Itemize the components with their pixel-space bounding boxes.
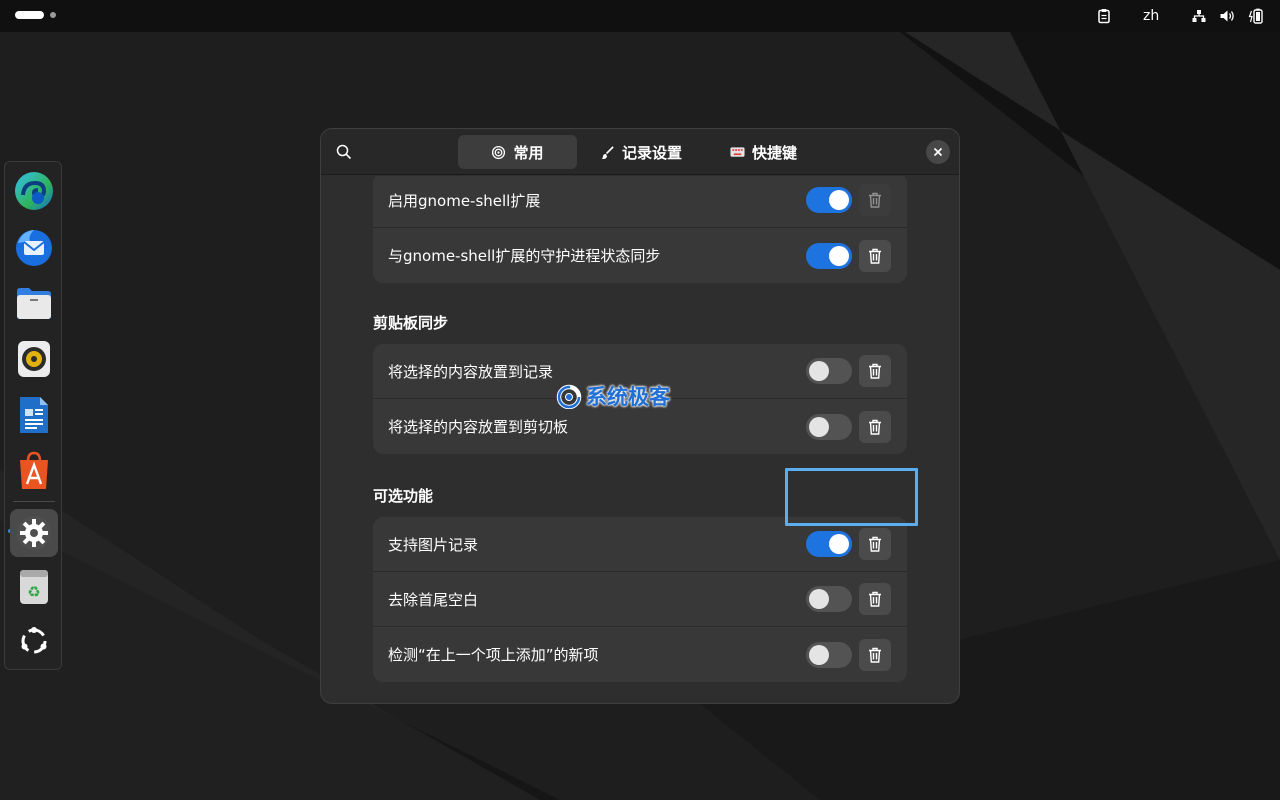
app-center-icon bbox=[20, 451, 48, 489]
watermark-text: 系统极客 bbox=[586, 385, 670, 409]
trash-icon bbox=[869, 591, 881, 607]
row-trim-whitespace: 去除首尾空白 bbox=[373, 572, 907, 627]
toggle-knob bbox=[809, 589, 829, 609]
trash-icon bbox=[869, 192, 881, 208]
toggle-switch[interactable] bbox=[806, 358, 852, 384]
row-label: 启用gnome-shell扩展 bbox=[388, 191, 541, 210]
toggle-knob bbox=[829, 245, 849, 266]
tab-shortcuts-label: 快捷键 bbox=[752, 143, 798, 162]
dock-separator bbox=[13, 501, 55, 502]
svg-text:♻: ♻ bbox=[27, 583, 40, 601]
row-label: 与gnome-shell扩展的守护进程状态同步 bbox=[388, 247, 661, 265]
reset-button[interactable] bbox=[859, 355, 891, 387]
dock-item-edge[interactable] bbox=[13, 170, 55, 212]
close-icon bbox=[933, 147, 943, 157]
row-label: 去除首尾空白 bbox=[388, 590, 479, 609]
clipboard-icon[interactable] bbox=[1096, 8, 1112, 24]
dock-item-trash[interactable]: ♻ bbox=[13, 566, 55, 608]
keyboard-icon bbox=[730, 147, 745, 157]
dock-item-writer[interactable] bbox=[13, 394, 55, 436]
reset-button[interactable] bbox=[859, 239, 891, 272]
writer-app-icon bbox=[20, 397, 48, 433]
trash-icon bbox=[869, 536, 881, 552]
toggle-knob bbox=[809, 644, 829, 665]
row-label: 将选择的内容放置到记录 bbox=[388, 362, 554, 381]
toggle-switch[interactable] bbox=[806, 242, 852, 269]
rhythmbox-app-icon bbox=[18, 341, 50, 377]
show-apps-icon bbox=[21, 627, 47, 654]
tab-general[interactable]: 常用 bbox=[458, 135, 577, 169]
reset-button[interactable] bbox=[859, 528, 891, 560]
toggle-knob bbox=[829, 190, 849, 210]
tab-record-settings[interactable]: 记录设置 bbox=[586, 135, 696, 169]
reset-button[interactable] bbox=[859, 410, 891, 443]
dock-item-show-apps[interactable] bbox=[13, 620, 55, 662]
watermark: 系统极客 bbox=[556, 381, 670, 411]
volume-icon[interactable] bbox=[1219, 8, 1236, 24]
dock-item-thunderbird[interactable] bbox=[13, 226, 55, 268]
reset-button[interactable] bbox=[859, 583, 891, 615]
edge-app-icon bbox=[15, 172, 53, 210]
target-icon bbox=[492, 145, 506, 159]
battery-icon[interactable] bbox=[1248, 8, 1264, 24]
group-optional-features: 支持图片记录 去除首尾空白 检测“在上一个项上添加”的新项 bbox=[373, 517, 907, 682]
trash-app-icon: ♻ bbox=[20, 570, 48, 604]
section-title-optional-features: 可选功能 bbox=[373, 487, 434, 505]
trash-icon bbox=[869, 363, 881, 379]
dock-item-app-center[interactable] bbox=[13, 450, 55, 492]
dock-item-settings[interactable] bbox=[10, 509, 58, 557]
row-label: 检测“在上一个项上添加”的新项 bbox=[388, 646, 599, 664]
search-icon bbox=[336, 144, 352, 160]
row-enable-extension: 启用gnome-shell扩展 bbox=[373, 176, 907, 228]
toggle-knob bbox=[809, 361, 829, 381]
tab-record-settings-label: 记录设置 bbox=[622, 143, 683, 162]
files-app-icon bbox=[17, 288, 51, 319]
dialog-header-bar: 常用 记录设置 快捷键 bbox=[321, 129, 959, 175]
row-detect-append: 检测“在上一个项上添加”的新项 bbox=[373, 627, 907, 682]
watermark-logo-icon bbox=[556, 384, 582, 409]
dock-item-rhythmbox[interactable] bbox=[13, 338, 55, 380]
row-label: 支持图片记录 bbox=[388, 535, 479, 554]
language-indicator[interactable]: zh bbox=[1143, 8, 1159, 24]
preferences-dialog: 常用 记录设置 快捷键 启用gnome-shell扩展 与gnome-shell… bbox=[320, 128, 960, 704]
section-title-clipboard-sync: 剪贴板同步 bbox=[373, 314, 449, 332]
toggle-switch[interactable] bbox=[806, 641, 852, 668]
dock-item-files[interactable] bbox=[13, 282, 55, 324]
brush-icon bbox=[601, 145, 614, 159]
reset-button bbox=[859, 184, 891, 216]
toggle-knob bbox=[809, 416, 829, 437]
dock: ♻ bbox=[4, 161, 62, 670]
top-bar: zh bbox=[0, 0, 1280, 32]
workspace-active-pill bbox=[15, 11, 44, 19]
trash-icon bbox=[869, 419, 881, 435]
toggle-switch[interactable] bbox=[806, 187, 852, 213]
toggle-switch[interactable] bbox=[806, 413, 852, 440]
network-icon[interactable] bbox=[1191, 8, 1207, 24]
workspace-dot bbox=[50, 12, 56, 18]
close-button[interactable] bbox=[926, 140, 950, 164]
activities-indicator[interactable] bbox=[15, 11, 56, 19]
row-sync-daemon: 与gnome-shell扩展的守护进程状态同步 bbox=[373, 228, 907, 283]
tab-general-label: 常用 bbox=[513, 143, 544, 162]
toggle-switch[interactable] bbox=[806, 586, 852, 612]
toggle-switch[interactable] bbox=[806, 531, 852, 557]
thunderbird-app-icon bbox=[16, 230, 52, 266]
tab-shortcuts[interactable]: 快捷键 bbox=[716, 135, 811, 169]
highlight-box bbox=[785, 468, 918, 526]
toggle-knob bbox=[829, 534, 849, 554]
search-button[interactable] bbox=[333, 141, 355, 163]
settings-app-icon bbox=[17, 516, 51, 550]
trash-icon bbox=[869, 248, 881, 264]
trash-icon bbox=[869, 647, 881, 663]
group-extension: 启用gnome-shell扩展 与gnome-shell扩展的守护进程状态同步 bbox=[373, 176, 907, 283]
settings-content[interactable]: 启用gnome-shell扩展 与gnome-shell扩展的守护进程状态同步 bbox=[321, 176, 959, 703]
reset-button[interactable] bbox=[859, 638, 891, 671]
row-label: 将选择的内容放置到剪切板 bbox=[388, 418, 569, 436]
